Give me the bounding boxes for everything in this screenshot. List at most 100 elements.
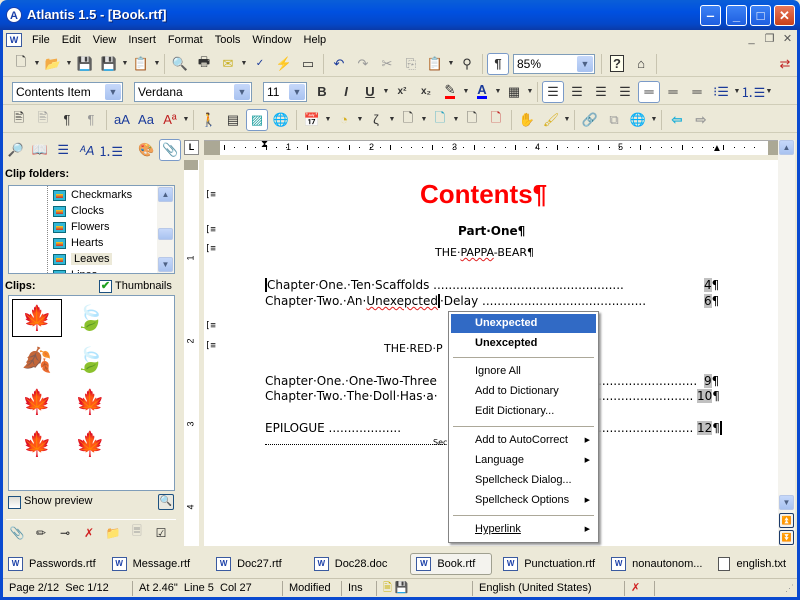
folder-checkmarks[interactable]: Checkmarks: [53, 187, 132, 203]
document-scrollbar[interactable]: ▲ ▼ ⏫ ⏬: [778, 140, 795, 546]
save-dropdown[interactable]: ▼: [121, 60, 129, 67]
clip-options-button[interactable]: ☑: [150, 522, 172, 544]
column-break-button[interactable]: 🗋: [461, 109, 483, 131]
tab-type-button[interactable]: L: [184, 140, 199, 155]
numbering-panel-button[interactable]: ⒈☰: [98, 139, 123, 161]
grow-font-button[interactable]: aA: [111, 109, 133, 131]
page-break-button[interactable]: 🗋: [397, 109, 419, 131]
palette-button[interactable]: 🎨: [136, 139, 158, 161]
horizontal-ruler[interactable]: ⧗ ▲ 1 2 3 4 5: [204, 140, 778, 155]
tab-message[interactable]: W Message.rtf: [107, 553, 195, 575]
folder-clocks[interactable]: Clocks: [53, 203, 104, 219]
highlight-button[interactable]: ✎: [439, 81, 461, 103]
right-indent-marker[interactable]: ▲: [712, 143, 722, 154]
menu-edit[interactable]: Edit: [56, 34, 87, 46]
folder-hearts[interactable]: Hearts: [53, 235, 103, 251]
folder-leaves[interactable]: Leaves: [53, 251, 113, 267]
align-left-button[interactable]: ☰: [542, 80, 564, 103]
open-dropdown[interactable]: ▼: [65, 60, 73, 67]
web-link-button[interactable]: 🌐: [270, 109, 292, 131]
back-button[interactable]: ⇦: [666, 109, 688, 131]
underline-dropdown[interactable]: ▼: [382, 88, 390, 95]
font-color-button[interactable]: A: [471, 81, 493, 103]
templates-dropdown[interactable]: ▼: [153, 60, 161, 67]
rename-clip-button[interactable]: ⊸: [54, 522, 76, 544]
folders-scrollbar[interactable]: ▲ ▼: [157, 186, 174, 273]
minimize-button[interactable]: _: [726, 5, 747, 26]
walk-button[interactable]: 🚶: [198, 109, 220, 131]
align-center-button[interactable]: ☰: [566, 81, 588, 103]
superscript-button[interactable]: x²: [391, 81, 413, 103]
bullets-button[interactable]: ⁝☰: [710, 81, 732, 103]
switch-windows-button[interactable]: ⇄: [774, 53, 796, 75]
save-button[interactable]: 💾: [74, 53, 96, 75]
line-spacing-double-button[interactable]: ═: [686, 81, 708, 103]
forward-button[interactable]: ⇨: [690, 109, 712, 131]
mdi-restore-button[interactable]: ❐: [761, 32, 778, 47]
numbering-button[interactable]: ⒈☰: [741, 81, 766, 103]
find-button[interactable]: ⚲: [456, 53, 478, 75]
clip-item[interactable]: 🍁: [12, 425, 62, 463]
browse-button[interactable]: 🔎: [5, 139, 27, 161]
zoom-select[interactable]: 85% ▼: [513, 53, 595, 74]
ignore-all-item[interactable]: Ignore All: [451, 362, 596, 381]
change-case-dropdown[interactable]: ▼: [182, 116, 190, 123]
next-page-button[interactable]: ⏬: [779, 530, 794, 545]
section-break-dropdown[interactable]: ▼: [452, 116, 460, 123]
line-spacing-single-button[interactable]: ═: [638, 80, 660, 103]
insert-time-button[interactable]: ◔: [333, 109, 355, 131]
delete-clip-button[interactable]: ✗: [78, 522, 100, 544]
resize-grip-icon[interactable]: ⋰: [785, 583, 797, 594]
show-formatting-button[interactable]: ¶: [487, 52, 509, 75]
status-insert-mode[interactable]: Ins: [342, 580, 377, 596]
insert-date-button[interactable]: 📅: [301, 109, 323, 131]
clip-item[interactable]: 🍁: [65, 425, 115, 463]
help-button[interactable]: ?: [606, 53, 628, 75]
tab-nonautonom[interactable]: Wnonautonom...: [606, 553, 707, 575]
menu-tools[interactable]: Tools: [209, 34, 247, 46]
highlight-dropdown[interactable]: ▼: [462, 88, 470, 95]
add-to-dictionary-item[interactable]: Add to Dictionary: [451, 382, 596, 401]
open-button[interactable]: 📂: [42, 53, 64, 75]
home-button[interactable]: ⌂: [630, 53, 652, 75]
insert-clip-button[interactable]: 📎: [6, 522, 28, 544]
numbering-dropdown[interactable]: ▼: [765, 88, 773, 95]
book-button[interactable]: 📖: [29, 139, 51, 161]
font-color-dropdown[interactable]: ▼: [494, 88, 502, 95]
subscript-button[interactable]: x₂: [415, 81, 437, 103]
paste-dropdown[interactable]: ▼: [447, 60, 455, 67]
frame-button[interactable]: ▤: [222, 109, 244, 131]
scroll-up-button[interactable]: ▲: [158, 187, 173, 202]
font-size-select[interactable]: 11 ▼: [263, 81, 307, 102]
edit-clip-button[interactable]: ✏: [30, 522, 52, 544]
menu-insert[interactable]: Insert: [122, 34, 162, 46]
clipart-button[interactable]: 📎: [159, 139, 181, 161]
properties-button[interactable]: ▭: [297, 53, 319, 75]
insert-symbol-button[interactable]: ζ: [365, 109, 387, 131]
paste-button[interactable]: 📋: [424, 53, 446, 75]
underline-button[interactable]: U: [359, 81, 381, 103]
undo-button[interactable]: ↶: [328, 53, 350, 75]
email-dropdown[interactable]: ▼: [240, 60, 248, 67]
scroll-down-button[interactable]: ▼: [158, 257, 173, 272]
tab-passwords[interactable]: W Passwords.rtf: [3, 553, 101, 575]
add-clip-button[interactable]: 📁: [102, 522, 124, 544]
print-preview-button[interactable]: 🔍: [169, 53, 191, 75]
remove-break-button[interactable]: 🗋: [485, 109, 507, 131]
paste-paragraph-format-button[interactable]: ¶: [80, 109, 102, 131]
menu-file[interactable]: File: [26, 34, 56, 46]
close-button[interactable]: ✕: [774, 5, 795, 26]
tab-doc27[interactable]: W Doc27.rtf: [211, 553, 287, 575]
page-break-dropdown[interactable]: ▼: [420, 116, 428, 123]
clip-item[interactable]: 🍁: [12, 383, 62, 421]
preview-button[interactable]: 🔍: [158, 494, 174, 510]
previous-page-button[interactable]: ⏫: [779, 513, 794, 528]
menu-format[interactable]: Format: [162, 34, 209, 46]
maximize-button[interactable]: □: [750, 5, 771, 26]
hyperlink-item[interactable]: Hyperlink ▶: [451, 520, 596, 539]
clip-item[interactable]: 🍁: [65, 383, 115, 421]
new-dropdown[interactable]: ▼: [33, 60, 41, 67]
indent-marker[interactable]: ⧗: [260, 140, 269, 156]
format-painter-button[interactable]: 🖌: [540, 109, 562, 131]
wizard-button[interactable]: ⚡: [273, 53, 295, 75]
